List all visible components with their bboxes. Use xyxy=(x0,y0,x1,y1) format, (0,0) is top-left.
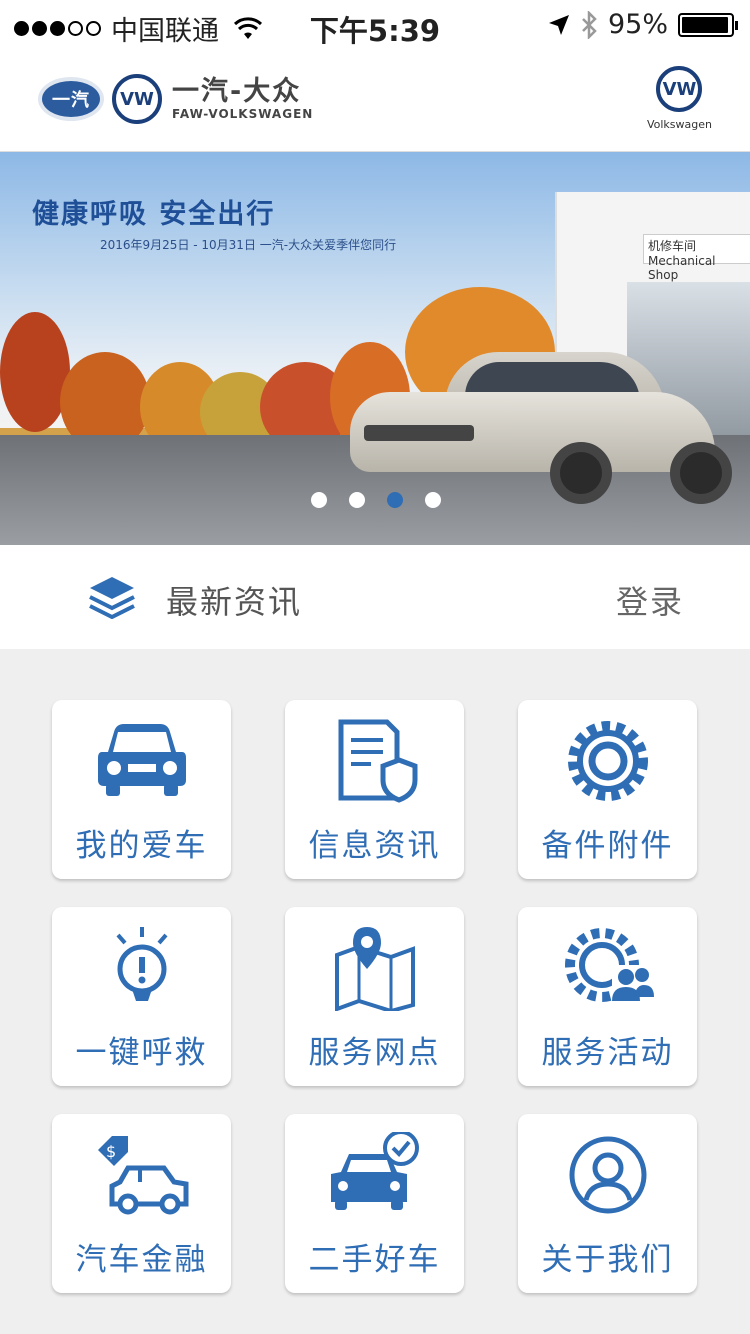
promo-banner[interactable]: 机修车间 Mechanical Shop 健康呼吸 安全出行 2016年9月25… xyxy=(0,152,750,545)
banner-subline: 2016年9月25日 - 10月31日 一汽-大众关爱季伴您同行 xyxy=(100,238,397,252)
brand-name-en: FAW-VOLKSWAGEN xyxy=(172,107,314,121)
car-icon xyxy=(52,718,231,804)
battery-percent: 95% xyxy=(607,9,668,40)
news-bar: 最新资讯 登录 xyxy=(0,545,750,649)
user-circle-icon xyxy=(518,1132,697,1218)
vw-logo-large: VW xyxy=(656,66,703,112)
car-check-icon xyxy=(285,1132,464,1218)
faw-logo: 一汽 xyxy=(38,77,104,121)
tile-label: 备件附件 xyxy=(541,828,674,864)
map-pin-icon xyxy=(285,925,464,1011)
tile-news[interactable]: 信息资讯 xyxy=(285,700,464,879)
app-header: 一汽 VW 一汽-大众 FAW-VOLKSWAGEN VW Volkswagen xyxy=(0,50,750,152)
layers-icon xyxy=(89,577,135,619)
tile-service-locations[interactable]: 服务网点 xyxy=(285,907,464,1086)
alert-bulb-icon xyxy=(52,925,231,1011)
banner-headline: 健康呼吸 安全出行 xyxy=(32,199,276,230)
bluetooth-icon xyxy=(582,10,597,39)
feature-grid: 我的爱车 信息资讯 备件附件 一键呼救 服务网点 服务活动 $ 汽车金融 二手好… xyxy=(52,700,698,1293)
car-price-tag-icon: $ xyxy=(52,1132,231,1218)
tile-label: 汽车金融 xyxy=(75,1242,208,1278)
tile-label: 服务网点 xyxy=(308,1035,441,1071)
banner-car xyxy=(350,347,732,504)
gear-icon xyxy=(518,718,697,804)
brand-name-cn: 一汽-大众 xyxy=(172,76,302,107)
tile-about-us[interactable]: 关于我们 xyxy=(518,1114,697,1293)
volkswagen-logo: VW Volkswagen xyxy=(647,66,712,131)
carousel-dot[interactable] xyxy=(311,492,327,508)
carousel-indicator[interactable] xyxy=(311,492,441,508)
battery-icon xyxy=(678,12,738,37)
tile-used-cars[interactable]: 二手好车 xyxy=(285,1114,464,1293)
gear-people-icon xyxy=(518,925,697,1011)
tile-label: 我的爱车 xyxy=(75,828,208,864)
location-arrow-icon xyxy=(548,14,569,35)
carousel-dot[interactable] xyxy=(425,492,441,508)
brand-text: 一汽-大众 FAW-VOLKSWAGEN xyxy=(172,76,314,122)
tile-label: 关于我们 xyxy=(541,1242,674,1278)
login-button[interactable]: 登录 xyxy=(616,577,684,623)
tile-my-car[interactable]: 我的爱车 xyxy=(52,700,231,879)
brand-logo-group[interactable]: 一汽 VW 一汽-大众 FAW-VOLKSWAGEN xyxy=(38,74,313,124)
tile-service-events[interactable]: 服务活动 xyxy=(518,907,697,1086)
vw-logo-small: VW xyxy=(112,74,162,124)
carousel-dot[interactable] xyxy=(349,492,365,508)
tree-decor xyxy=(0,312,70,432)
carousel-dot[interactable] xyxy=(387,492,403,508)
status-bar: 中国联通 下午5:39 95% xyxy=(0,0,750,50)
latest-news-link[interactable]: 最新资讯 xyxy=(166,577,302,623)
shop-sign: 机修车间 Mechanical Shop xyxy=(643,234,750,282)
tile-label: 二手好车 xyxy=(308,1242,441,1278)
vw-wordmark: Volkswagen xyxy=(646,118,712,131)
tile-label: 一键呼救 xyxy=(75,1035,208,1071)
status-right: 95% xyxy=(548,9,738,40)
tile-label: 信息资讯 xyxy=(308,828,441,864)
tile-emergency[interactable]: 一键呼救 xyxy=(52,907,231,1086)
tile-auto-finance[interactable]: $ 汽车金融 xyxy=(52,1114,231,1293)
tile-label: 服务活动 xyxy=(541,1035,674,1071)
svg-text:$: $ xyxy=(106,1142,116,1161)
tile-parts[interactable]: 备件附件 xyxy=(518,700,697,879)
document-shield-icon xyxy=(285,718,464,804)
